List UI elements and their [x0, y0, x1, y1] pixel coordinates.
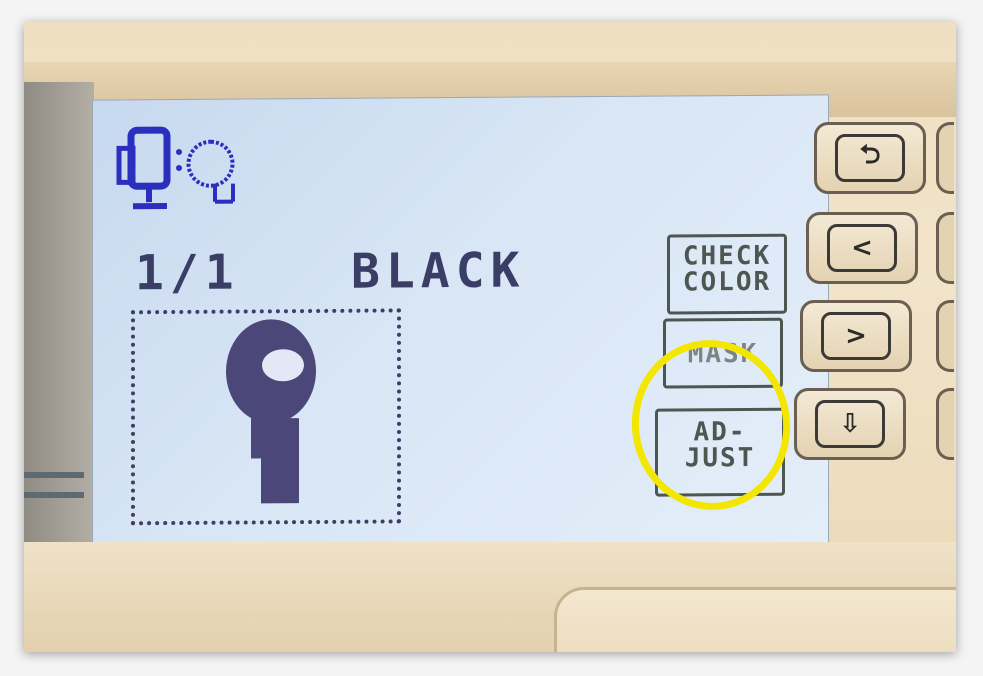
thread-color-name: BLACK	[351, 242, 526, 300]
left-side-panel	[24, 82, 94, 582]
check-color-button[interactable]: CHECK COLOR	[667, 233, 787, 315]
panel-stripe	[24, 492, 84, 498]
panel-stripe	[24, 472, 84, 478]
key-pattern-icon	[226, 319, 316, 504]
key-edge	[936, 388, 954, 460]
control-keypad: ⮌ < > ⇩	[794, 112, 956, 472]
thread-sequence-counter: 1/1	[135, 244, 240, 302]
load-tray-icon: ⇩	[815, 400, 885, 448]
back-arrow-icon: ⮌	[835, 134, 905, 182]
back-key[interactable]: ⮌	[814, 122, 926, 194]
left-key[interactable]: <	[806, 212, 918, 284]
pattern-preview	[131, 308, 401, 526]
key-edge	[936, 300, 954, 372]
left-chevron-icon: <	[827, 224, 897, 272]
right-key[interactable]: >	[800, 300, 912, 372]
photo-frame: 1/1 BLACK CHECK COLOR MASK AD- JUST ⮌ < …	[24, 22, 956, 652]
bottom-slot	[554, 587, 956, 652]
load-key[interactable]: ⇩	[794, 388, 906, 460]
key-edge	[936, 122, 954, 194]
machine-bulb-icon	[116, 126, 235, 210]
right-chevron-icon: >	[821, 312, 891, 360]
key-edge	[936, 212, 954, 284]
